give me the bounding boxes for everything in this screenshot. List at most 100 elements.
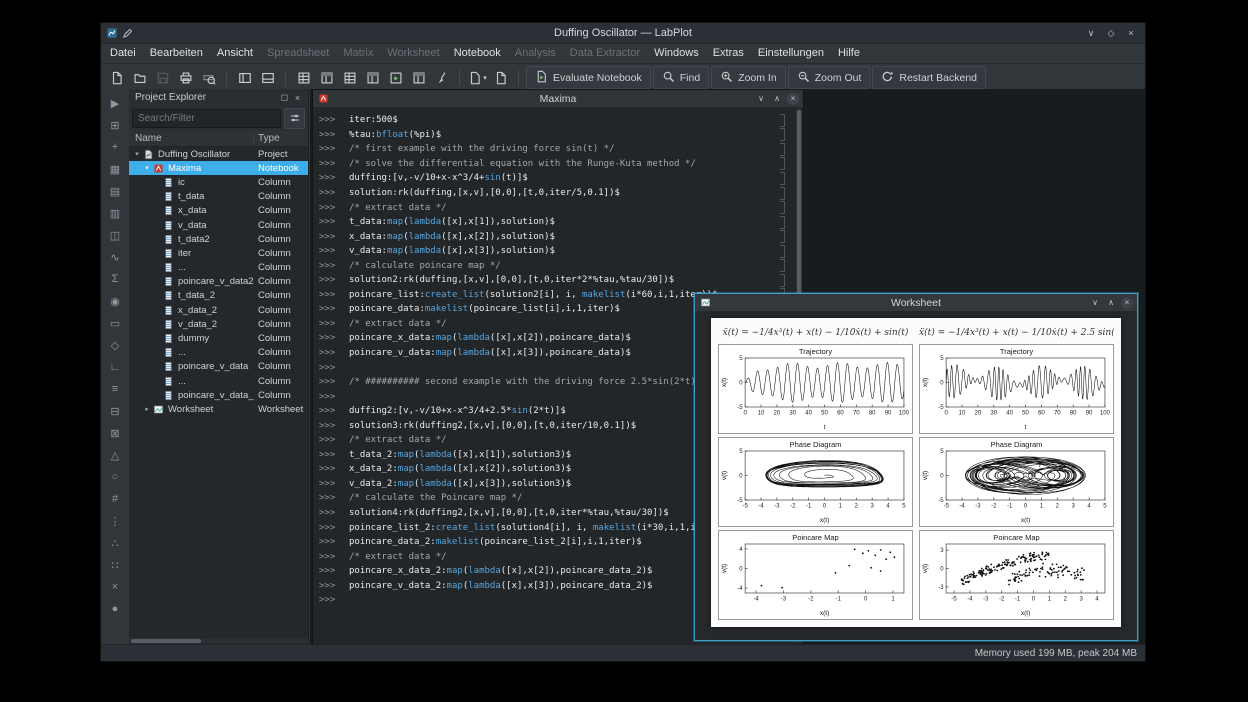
maxima-close-button[interactable]: ×: [787, 92, 799, 105]
crosshair-tool-icon[interactable]: +: [104, 137, 126, 157]
insert-text-entry-button[interactable]: [316, 67, 337, 88]
collapse-results-button[interactable]: [408, 67, 429, 88]
tree-item-poincare-v-data2[interactable]: poincare_v_data2 Column: [129, 275, 308, 289]
close-tool-icon[interactable]: ×: [104, 577, 126, 597]
notebook-entry[interactable]: >>> solution2:rk(duffing,[x,v],[0,0],[t,0…: [319, 273, 795, 288]
tree-item-t-data2[interactable]: t_data2 Column: [129, 232, 308, 246]
shape-tool-icon[interactable]: ◇: [104, 335, 126, 355]
plot-poincare-map-left[interactable]: Poincare Map -4 -3 -2 -1 0 1 4 0 -4 x(t) v(t): [718, 530, 913, 620]
menu-ansicht[interactable]: Ansicht: [210, 44, 260, 63]
notebook-entry[interactable]: >>> v_data:map(lambda([x],x[3]),solution)…: [319, 244, 795, 259]
axis-tool-icon[interactable]: ∟: [104, 357, 126, 377]
tree-item-item[interactable]: ... Column: [129, 346, 308, 360]
menu-bearbeiten[interactable]: Bearbeiten: [143, 44, 210, 63]
expander-icon[interactable]: ▾: [132, 150, 142, 158]
column-header-type[interactable]: Type: [253, 132, 308, 144]
export-dropdown-button[interactable]: ▾: [467, 67, 488, 88]
tree-item-iter[interactable]: iter Column: [129, 246, 308, 260]
zoom-out-button[interactable]: Zoom Out: [787, 66, 871, 89]
zoom-out-tool-icon[interactable]: ⊟: [104, 401, 126, 421]
column-header-name[interactable]: Name: [129, 133, 253, 144]
dock-float-button[interactable]: ◻: [278, 92, 291, 103]
remove-results-button[interactable]: [431, 67, 452, 88]
maxima-maximize-button[interactable]: ∧: [771, 93, 783, 105]
tree-item-t-data-2[interactable]: t_data_2 Column: [129, 289, 308, 303]
menu-notebook[interactable]: Notebook: [447, 44, 508, 63]
insert-markdown-entry-button[interactable]: [339, 67, 360, 88]
notebook-entry[interactable]: >>> /* calculate poincare map */: [319, 258, 795, 273]
evaluate-entry-button[interactable]: [385, 67, 406, 88]
grid-toggle-icon[interactable]: #: [104, 489, 126, 509]
find-button[interactable]: Find: [652, 66, 710, 89]
notebook-entry[interactable]: >>> /* first example with the driving for…: [319, 142, 795, 157]
statistics-icon[interactable]: Σ: [104, 269, 126, 289]
minimize-button[interactable]: ∨: [1084, 28, 1098, 39]
menu-extras[interactable]: Extras: [706, 44, 751, 63]
proportion-tool-icon[interactable]: ∷: [104, 555, 126, 575]
tree-item-poincare-v-data-2[interactable]: poincare_v_data_2 Column: [129, 388, 308, 402]
insert-command-entry-button[interactable]: [293, 67, 314, 88]
delete-tool-icon[interactable]: ⊠: [104, 423, 126, 443]
tree-item-x-data[interactable]: x_data Column: [129, 204, 308, 218]
notebook-entry[interactable]: >>> duffing:[v,-v/10+x-x^3/4+sin(t)]$: [319, 171, 795, 186]
tree-item-v-data-2[interactable]: v_data_2 Column: [129, 317, 308, 331]
window-titlebar[interactable]: Duffing Oscillator — LabPlot ∨ ◇ ×: [101, 23, 1145, 44]
tree-item-ic[interactable]: ic Column: [129, 175, 308, 189]
expander-icon[interactable]: ▸: [142, 405, 152, 413]
tree-item-poincare-v-data[interactable]: poincare_v_data Column: [129, 360, 308, 374]
add-plot-icon[interactable]: ⊞: [104, 115, 126, 135]
new-workbook-icon[interactable]: ◫: [104, 225, 126, 245]
dock-header[interactable]: Project Explorer ◻ ×: [129, 89, 308, 106]
menu-datei[interactable]: Datei: [103, 44, 143, 63]
marker-triangle-icon[interactable]: △: [104, 445, 126, 465]
points-tool-icon[interactable]: ∴: [104, 533, 126, 553]
tree-item-maxima[interactable]: ▾ Maxima Notebook: [129, 161, 308, 176]
new-spreadsheet-icon[interactable]: ▤: [104, 181, 126, 201]
menu-einstellungen[interactable]: Einstellungen: [751, 44, 831, 63]
worksheet-minimize-button[interactable]: ∨: [1089, 297, 1101, 309]
notebook-entry[interactable]: >>> /* solve the differential equation wi…: [319, 157, 795, 172]
more-tools-icon[interactable]: ⋮: [104, 511, 126, 531]
new-matrix-icon[interactable]: ▥: [104, 203, 126, 223]
marker-circle-icon[interactable]: ○: [104, 467, 126, 487]
new-worksheet-icon[interactable]: ▦: [104, 159, 126, 179]
menu-hilfe[interactable]: Hilfe: [831, 44, 867, 63]
tree-item-x-data-2[interactable]: x_data_2 Column: [129, 303, 308, 317]
notebook-entry[interactable]: >>> solution:rk(duffing,[x,v],[0,0],[t,0,…: [319, 186, 795, 201]
presenter-mode-icon[interactable]: ▶: [104, 93, 126, 113]
data-picker-icon[interactable]: ◉: [104, 291, 126, 311]
tree-item-duffing-oscillator[interactable]: ▾ Duffing Oscillator Project: [129, 147, 308, 161]
tree-item-item[interactable]: ... Column: [129, 261, 308, 275]
tree-item-dummy[interactable]: dummy Column: [129, 331, 308, 345]
notebook-entry[interactable]: >>> t_data:map(lambda([x],x[1]),solution)…: [319, 215, 795, 230]
notebook-entry[interactable]: >>> iter:500$: [319, 113, 795, 128]
evaluate-notebook-button[interactable]: Evaluate Notebook: [526, 66, 651, 89]
toggle-project-explorer-button[interactable]: [234, 67, 255, 88]
text-label-icon[interactable]: ▭: [104, 313, 126, 333]
new-project-button[interactable]: [106, 67, 127, 88]
plot-poincare-map-right[interactable]: Poincare Map -5 -4 -3 -2 -1 0 1 2 3 4 3 0 -3 x(t) v(t): [919, 530, 1114, 620]
worksheet-close-button[interactable]: ×: [1121, 296, 1133, 309]
import-file-button[interactable]: [490, 67, 511, 88]
open-project-button[interactable]: [129, 67, 150, 88]
maxima-titlebar[interactable]: Maxima ∨ ∧ ×: [313, 90, 803, 108]
filter-options-button[interactable]: [284, 107, 305, 129]
print-preview-button[interactable]: [198, 67, 219, 88]
menu-windows[interactable]: Windows: [647, 44, 706, 63]
toggle-properties-dock-button[interactable]: [257, 67, 278, 88]
plot-phase-diagram-left[interactable]: Phase Diagram -5 -4 -3 -2 -1 0 1 2 3 4 5 5 0 -5 x(t) v(t…: [718, 437, 913, 527]
plot-trajectory-left[interactable]: Trajectory 0 10 20 30 40 50 60 70 80 90 100 5 0 -5 t x(t…: [718, 344, 913, 434]
expander-icon[interactable]: ▾: [142, 164, 152, 172]
scrollbar-thumb[interactable]: [131, 639, 201, 643]
xy-curve-icon[interactable]: ∿: [104, 247, 126, 267]
maxima-minimize-button[interactable]: ∨: [755, 93, 767, 105]
marker-dot-icon[interactable]: ●: [104, 599, 126, 619]
notebook-entry[interactable]: >>> %tau:bfloat(%pi)$: [319, 128, 795, 143]
tree-item-worksheet[interactable]: ▸ Worksheet Worksheet: [129, 402, 308, 416]
dock-close-button[interactable]: ×: [291, 93, 304, 103]
worksheet-titlebar[interactable]: Worksheet ∨ ∧ ×: [695, 294, 1137, 312]
tree-item-item[interactable]: ... Column: [129, 374, 308, 388]
tree-item-t-data[interactable]: t_data Column: [129, 190, 308, 204]
print-button[interactable]: [175, 67, 196, 88]
plot-trajectory-right[interactable]: Trajectory 0 10 20 30 40 50 60 70 80 90 100 5 0 -5 t x(t…: [919, 344, 1114, 434]
